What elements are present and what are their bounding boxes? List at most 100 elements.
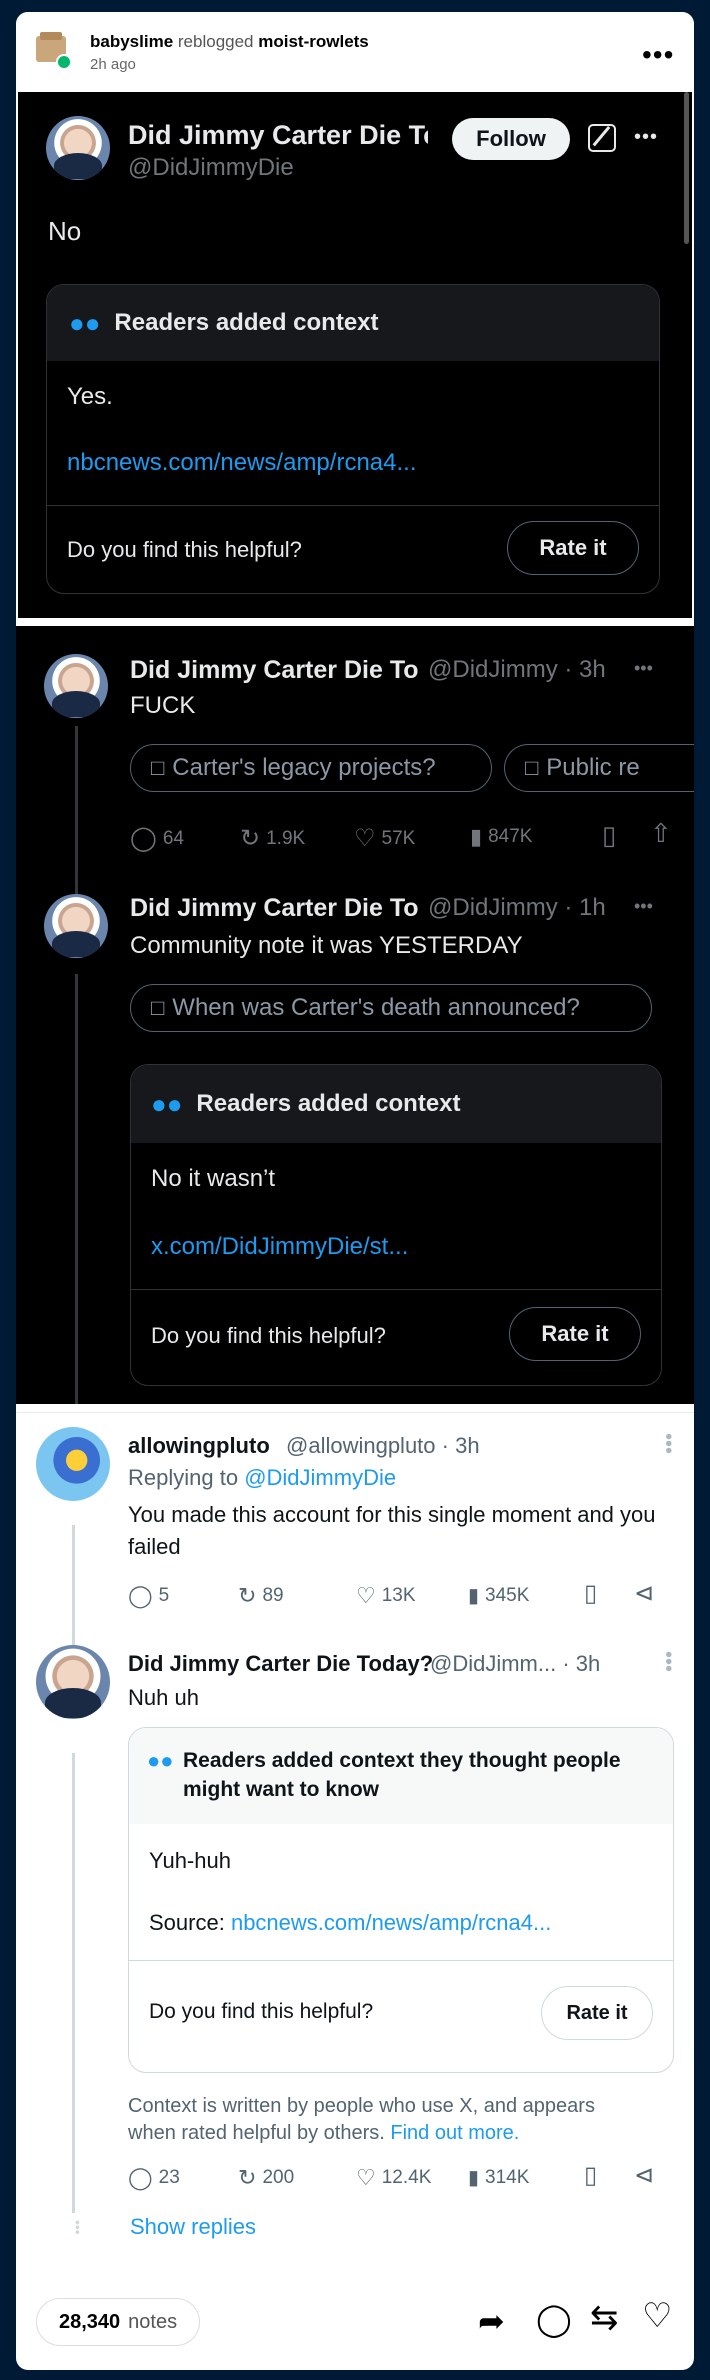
- bookmark-icon[interactable]: ▯: [602, 820, 616, 851]
- avatar[interactable]: [36, 1645, 110, 1719]
- retweet-button[interactable]: ↻ 1.9K: [240, 824, 305, 853]
- note-header: ●● Readers added context they thought pe…: [129, 1728, 673, 1824]
- share-icon[interactable]: ⇧: [650, 818, 672, 849]
- share-icon[interactable]: ➦: [478, 2302, 505, 2340]
- community-note: ●● Readers added context No it wasn’t x.…: [130, 1064, 662, 1386]
- more-icon[interactable]: •••: [656, 1651, 679, 1672]
- like-icon[interactable]: ♡: [642, 2296, 672, 2336]
- bookmark-icon[interactable]: ▯: [584, 2161, 597, 2190]
- community-note: ●● Readers added context they thought pe…: [128, 1727, 674, 2073]
- reply-icon: ◯: [128, 1583, 153, 1608]
- tweet-author-handle[interactable]: @allowingpluto · 3h: [286, 1433, 480, 1459]
- heart-icon: ♡: [354, 825, 376, 852]
- share-icon[interactable]: ⊲: [634, 1579, 654, 1608]
- tweet-screenshot-1: Did Jimmy Carter Die Tod @DidJimmyDie Fo…: [18, 92, 692, 618]
- replying-to-link[interactable]: @DidJimmyDie: [244, 1465, 396, 1490]
- reblogger-name[interactable]: babyslime: [90, 32, 173, 51]
- replying-to: Replying to @DidJimmyDie: [128, 1465, 397, 1490]
- bookmark-icon[interactable]: ▯: [584, 1579, 597, 1608]
- grok-icon[interactable]: [588, 124, 616, 152]
- retweet-icon: ↻: [240, 825, 261, 852]
- note-title: Readers added context they thought peopl…: [183, 1749, 621, 1801]
- tweet-text: Nuh uh: [128, 1685, 199, 1710]
- scroll-bar[interactable]: [684, 92, 689, 244]
- notes-button[interactable]: 28,340 notes: [36, 2298, 201, 2346]
- note-source: Source: nbcnews.com/news/amp/rcna4...: [149, 1910, 552, 1935]
- rate-it-button[interactable]: Rate it: [509, 1307, 641, 1361]
- grok-chip-1[interactable]: □ Carter's legacy projects?: [130, 744, 492, 792]
- reply-button[interactable]: ◯ 23: [128, 2165, 180, 2191]
- retweet-icon: ↻: [238, 2165, 257, 2190]
- thread-dots: •••: [70, 2220, 86, 2235]
- grok-icon: □: [151, 755, 165, 780]
- community-note: ●● Readers added context Yes. nbcnews.co…: [46, 284, 660, 594]
- tumblr-post-card: babyslime reblogged moist-rowlets 2h ago…: [16, 12, 694, 2370]
- avatar[interactable]: [46, 116, 110, 180]
- tweet-author-handle[interactable]: @DidJimmyDie: [128, 154, 294, 182]
- readers-icon: ●●: [69, 307, 101, 338]
- reblog-badge-icon: [56, 54, 72, 70]
- more-icon[interactable]: •••: [656, 1433, 679, 1454]
- show-replies-link[interactable]: Show replies: [130, 2214, 256, 2240]
- like-button[interactable]: ♡ 13K: [356, 1583, 416, 1609]
- blog-avatar[interactable]: [36, 32, 72, 70]
- more-icon[interactable]: •••: [634, 658, 653, 679]
- share-icon[interactable]: ⊲: [634, 2161, 654, 2190]
- tweet-text: You made this account for this single mo…: [128, 1502, 656, 1559]
- like-button[interactable]: ♡ 57K: [354, 824, 415, 853]
- note-source-link[interactable]: nbcnews.com/news/amp/rcna4...: [231, 1910, 551, 1935]
- retweet-button[interactable]: ↻ 89: [238, 1583, 284, 1609]
- chart-icon: ▮: [468, 2167, 480, 2189]
- note-text: No it wasn’t: [151, 1165, 276, 1192]
- helpful-question: Do you find this helpful?: [151, 1323, 386, 1348]
- more-icon[interactable]: •••: [634, 126, 658, 149]
- chart-icon: ▮: [468, 1585, 480, 1607]
- readers-icon: ●●: [147, 1748, 174, 1773]
- note-text: Yes.: [67, 383, 113, 410]
- avatar[interactable]: [44, 894, 108, 958]
- follow-button[interactable]: Follow: [452, 118, 570, 160]
- tweet-screenshot-2: Did Jimmy Carter Die To @DidJimmy · 3h •…: [16, 626, 694, 1404]
- tweet-author-handle[interactable]: @DidJimmy · 1h: [428, 894, 606, 922]
- rate-it-button[interactable]: Rate it: [507, 521, 639, 575]
- source-blog-name[interactable]: moist-rowlets: [258, 32, 369, 51]
- tweet-author-handle[interactable]: @DidJimmy · 3h: [428, 656, 606, 684]
- tweet-author-name[interactable]: Did Jimmy Carter Die To: [130, 656, 420, 685]
- reply-icon: ◯: [130, 825, 157, 852]
- heart-icon: ♡: [356, 1583, 376, 1608]
- views-button[interactable]: ▮ 314K: [468, 2165, 529, 2190]
- tweet-text: FUCK: [130, 692, 196, 719]
- tweet-author-name[interactable]: Did Jimmy Carter Die To: [130, 894, 420, 923]
- views-button[interactable]: ▮ 345K: [468, 1583, 529, 1608]
- post-time: 2h ago: [90, 56, 136, 73]
- find-out-more-link[interactable]: Find out more.: [390, 2122, 519, 2144]
- tweet-author-name[interactable]: Did Jimmy Carter Die Tod: [128, 120, 428, 151]
- grok-icon: □: [151, 995, 165, 1020]
- tweet-text: No: [48, 216, 82, 246]
- tweet-author-name[interactable]: Did Jimmy Carter Die Today?: [128, 1651, 433, 1677]
- reply-button[interactable]: ◯ 64: [130, 824, 184, 853]
- more-options-icon[interactable]: •••: [642, 41, 674, 69]
- like-button[interactable]: ♡ 12.4K: [356, 2165, 431, 2191]
- tweet-author-handle[interactable]: @DidJimm... · 3h: [430, 1651, 600, 1677]
- reply-icon[interactable]: ◯: [536, 2300, 572, 2338]
- note-link[interactable]: nbcnews.com/news/amp/rcna4...: [67, 449, 417, 477]
- notes-count: 28,340: [59, 2310, 121, 2333]
- tweet-screenshot-3: allowingpluto @allowingpluto · 3h ••• Re…: [16, 1412, 694, 2232]
- retweet-button[interactable]: ↻ 200: [238, 2165, 294, 2191]
- note-link[interactable]: x.com/DidJimmyDie/st...: [151, 1233, 408, 1261]
- views-button[interactable]: ▮ 847K: [470, 824, 532, 850]
- tweet-author-name[interactable]: allowingpluto: [128, 1433, 270, 1459]
- helpful-question: Do you find this helpful?: [149, 2000, 374, 2023]
- reply-icon: ◯: [128, 2165, 153, 2190]
- avatar[interactable]: [44, 654, 108, 718]
- avatar[interactable]: [36, 1427, 110, 1501]
- rate-it-button[interactable]: Rate it: [541, 1986, 653, 2040]
- note-text: Yuh-huh: [149, 1848, 231, 1873]
- reply-button[interactable]: ◯ 5: [128, 1583, 169, 1609]
- grok-chip-2[interactable]: □ Public re: [504, 744, 694, 792]
- grok-chip[interactable]: □ When was Carter's death announced?: [130, 984, 652, 1032]
- reblog-icon[interactable]: ⇆: [590, 2298, 619, 2338]
- note-disclaimer: Context is written by people who use X, …: [128, 2095, 595, 2144]
- more-icon[interactable]: •••: [634, 896, 653, 917]
